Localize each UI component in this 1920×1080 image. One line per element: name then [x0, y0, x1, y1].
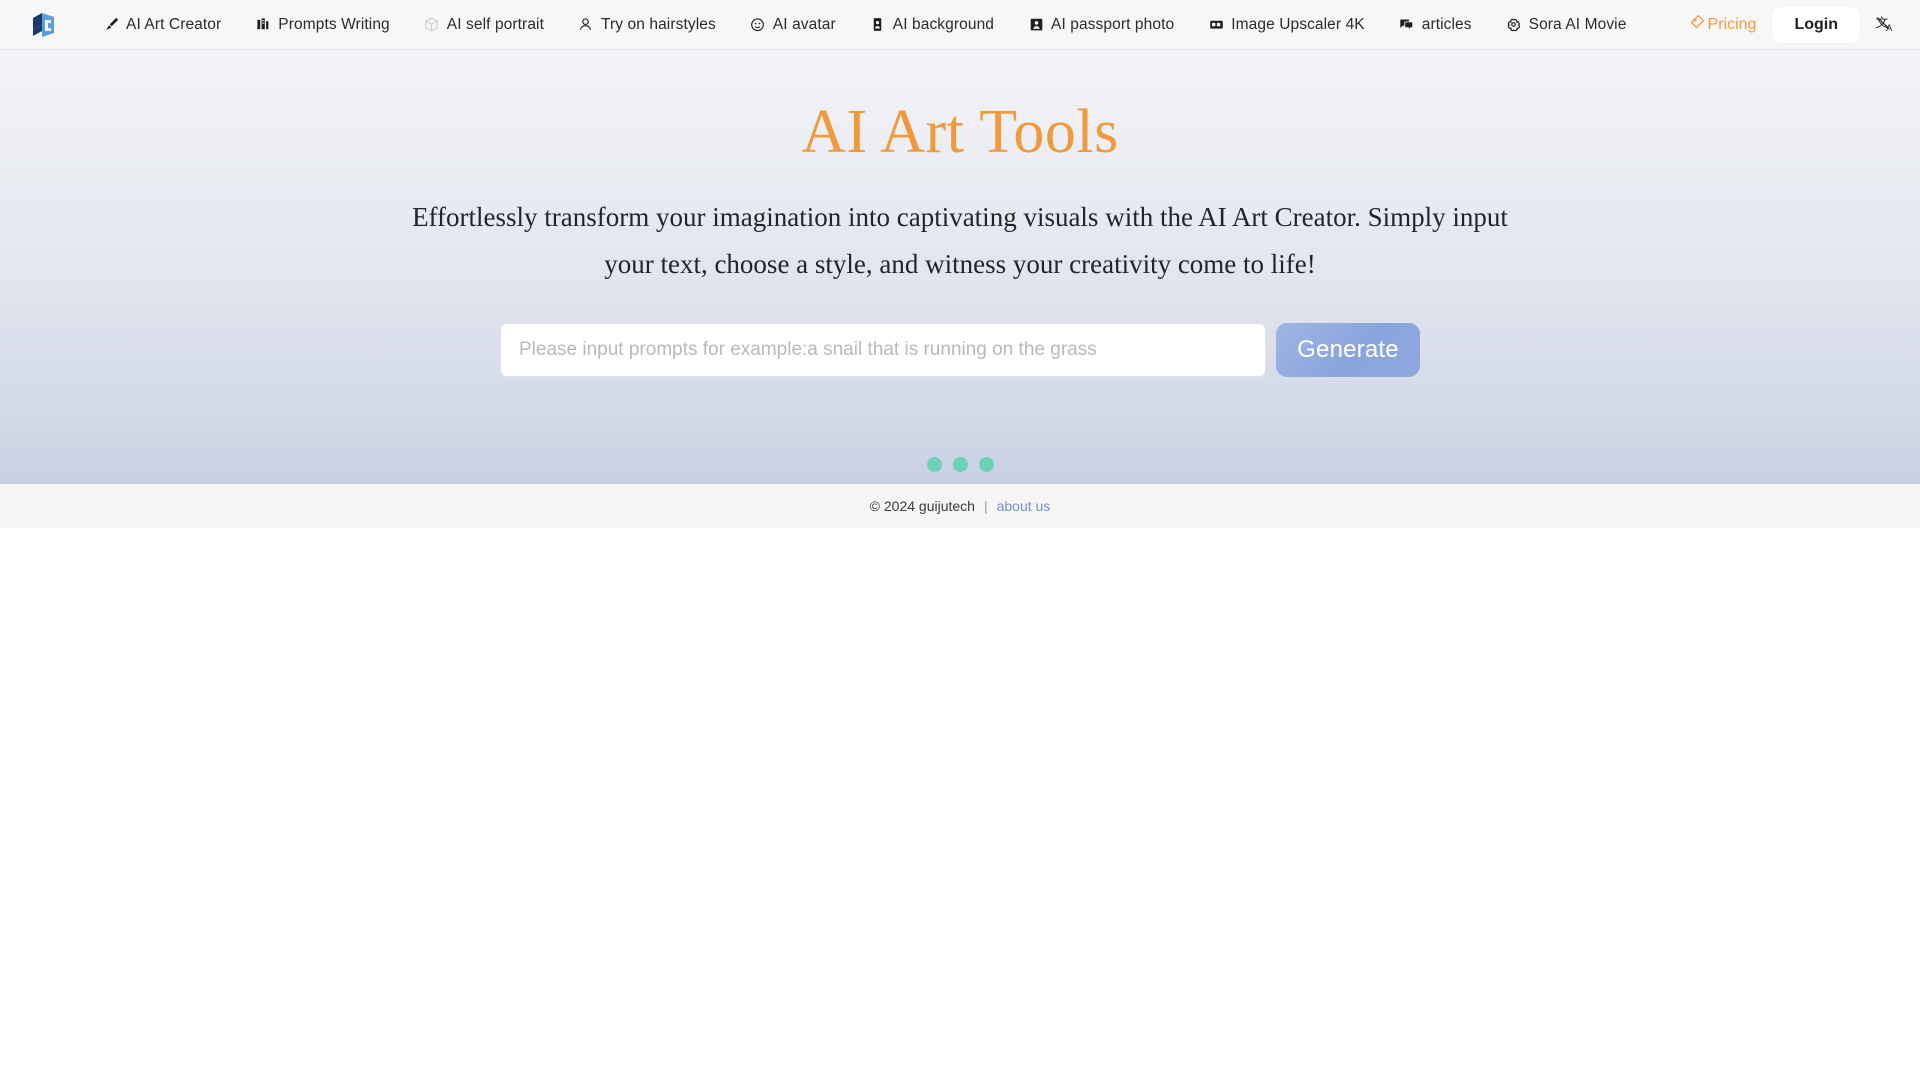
- nav-item-label: Image Upscaler 4K: [1231, 15, 1365, 33]
- about-us-link[interactable]: about us: [997, 498, 1051, 514]
- page-body-blank: [0, 528, 1920, 1080]
- loading-dot: [978, 457, 994, 473]
- nav-item-try-on-hairstyles[interactable]: Try on hairstyles: [561, 0, 733, 50]
- loading-dot: [952, 457, 968, 473]
- nav-item-label: AI Art Creator: [126, 15, 222, 33]
- nav-item-image-upscaler-4k[interactable]: Image Upscaler 4K: [1191, 0, 1382, 50]
- nav-item-label: articles: [1421, 15, 1472, 33]
- primary-nav-list: AI Art Creator Prompts Writing AI self p…: [86, 0, 1679, 50]
- language-translate-icon[interactable]: 文 A: [1868, 8, 1902, 42]
- nav-item-ai-background[interactable]: AI background: [853, 0, 1011, 50]
- chat-bubble-icon: [1399, 17, 1415, 33]
- nav-item-ai-art-creator[interactable]: AI Art Creator: [86, 0, 238, 50]
- loading-dot: [926, 457, 942, 473]
- smiley-face-icon: [750, 17, 766, 33]
- hero-subtitle: Effortlessly transform your imagination …: [412, 202, 1508, 279]
- svg-text:A: A: [1886, 23, 1893, 34]
- hero-section: AI Art Tools Effortlessly transform your…: [0, 50, 1920, 484]
- nav-item-ai-passport-photo[interactable]: AI passport photo: [1011, 0, 1191, 50]
- nav-item-prompts-writing[interactable]: Prompts Writing: [238, 0, 406, 50]
- pricing-label: Pricing: [1707, 15, 1757, 33]
- prompt-input[interactable]: [500, 323, 1266, 378]
- copyright-text: © 2024 guijutech: [869, 498, 975, 514]
- generate-button[interactable]: Generate: [1276, 323, 1420, 378]
- person-hair-icon: [578, 17, 594, 33]
- pricing-link[interactable]: Pricing: [1679, 14, 1767, 35]
- footer-separator: |: [983, 498, 988, 514]
- cube-icon: [424, 17, 440, 33]
- guijutech-logo[interactable]: [30, 10, 58, 40]
- image-frame-icon: [1208, 17, 1224, 33]
- bar-chart-icon: [255, 17, 271, 33]
- nav-item-label: AI self portrait: [446, 15, 544, 33]
- price-tag-icon: [1689, 14, 1705, 35]
- nav-right-cluster: Pricing Login 文 A: [1679, 6, 1920, 43]
- nav-item-ai-self-portrait[interactable]: AI self portrait: [407, 0, 561, 50]
- nav-item-sora-ai-movie[interactable]: Sora AI Movie: [1489, 0, 1644, 50]
- nav-item-label: Sora AI Movie: [1528, 15, 1627, 33]
- login-button[interactable]: Login: [1772, 6, 1860, 43]
- page-title: AI Art Tools: [801, 98, 1119, 166]
- nav-item-label: AI passport photo: [1051, 15, 1175, 33]
- nav-item-ai-avatar[interactable]: AI avatar: [733, 0, 853, 50]
- prompt-form: Generate: [500, 323, 1420, 378]
- loading-indicator: [926, 457, 994, 473]
- paintbrush-icon: [103, 17, 119, 33]
- passport-photo-icon: [1028, 17, 1044, 33]
- top-navigation-bar: AI Art Creator Prompts Writing AI self p…: [0, 0, 1920, 50]
- sora-flower-icon: [1506, 17, 1522, 33]
- nav-item-label: Try on hairstyles: [600, 15, 716, 33]
- nav-item-label: Prompts Writing: [278, 15, 390, 33]
- nav-item-label: AI avatar: [772, 15, 836, 33]
- nav-item-articles[interactable]: articles: [1382, 0, 1489, 50]
- page-footer: © 2024 guijutech | about us: [0, 484, 1920, 528]
- nav-item-label: AI background: [892, 15, 995, 33]
- id-portrait-icon: [870, 17, 886, 33]
